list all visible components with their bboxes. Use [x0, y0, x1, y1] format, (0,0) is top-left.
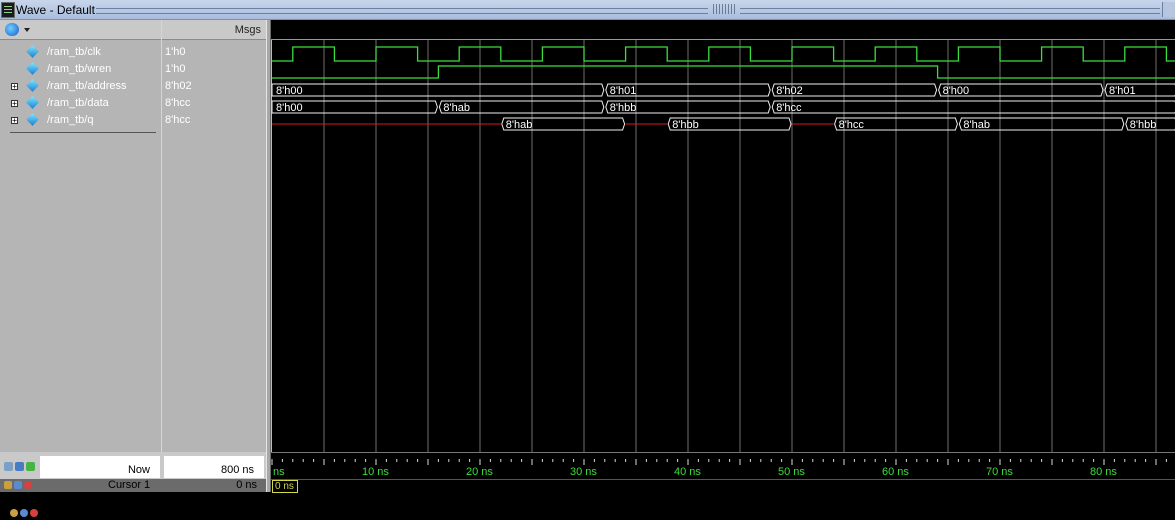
- signal-name: /ram_tb/q: [47, 114, 94, 126]
- lock-icon[interactable]: [4, 481, 12, 489]
- address-bus-label: 8'h00: [276, 85, 303, 97]
- add-cursor-icon[interactable]: [4, 462, 13, 471]
- wave-tool-icon[interactable]: [5, 23, 19, 36]
- data-bus-label: 8'hbb: [610, 102, 637, 114]
- now-value: 800 ns: [220, 464, 254, 476]
- axis-tick-label: 70 ns: [986, 466, 1013, 478]
- delete-cursor-icon[interactable]: [24, 481, 32, 489]
- q-bus-label: 8'hbb: [1130, 119, 1157, 131]
- signal-row[interactable]: + /ram_tb/data: [0, 96, 162, 113]
- signal-value: 1'h0: [165, 46, 186, 58]
- now-label-box: Now: [40, 456, 160, 478]
- signal-row[interactable]: /ram_tb/wren: [0, 62, 162, 79]
- signal-row[interactable]: /ram_tb/clk: [0, 45, 162, 62]
- q-bus-label: 8'hab: [963, 119, 990, 131]
- axis-tick-label: 50 ns: [778, 466, 805, 478]
- cursor-row-icons: [10, 508, 40, 520]
- cursor-time-box[interactable]: 0 ns: [272, 480, 298, 493]
- address-bus-label: 8'h01: [610, 85, 637, 97]
- lock-icon[interactable]: [10, 509, 18, 517]
- axis-tick-label: ns: [273, 466, 285, 478]
- axis-tick-label: 20 ns: [466, 466, 493, 478]
- signal-name-pane[interactable]: /ram_tb/clk/ram_tb/wren +/ram_tb/address +…: [0, 20, 162, 452]
- pencil-icon[interactable]: [14, 481, 22, 489]
- address-bus-label: 8'h00: [943, 85, 970, 97]
- axis-divider: [271, 479, 1175, 480]
- signal-value: 8'hcc: [165, 114, 191, 126]
- time-status-area: Now 800 ns Cursor 1 0 ns ns 10 ns 20 ns 30 …: [0, 452, 1175, 517]
- data-bus-label: 8'hcc: [776, 102, 802, 114]
- now-label: Now: [127, 464, 150, 476]
- address-bus-label: 8'h02: [776, 85, 803, 97]
- axis-tick-label: 80 ns: [1090, 466, 1117, 478]
- q-bus-label: 8'hbb: [672, 119, 699, 131]
- q-bus-label: 8'hcc: [839, 119, 865, 131]
- signal-value: 8'hcc: [165, 97, 191, 109]
- cursor-row-icons-b: [4, 480, 32, 492]
- pencil-icon[interactable]: [20, 509, 28, 517]
- address-bus-segment: [271, 83, 605, 97]
- title-grip-right: [740, 8, 1160, 14]
- signal-diamond-icon: [26, 62, 39, 75]
- axis-tick-label: 10 ns: [362, 466, 389, 478]
- expand-plus-icon[interactable]: +: [11, 100, 18, 108]
- clk-waveform: [272, 46, 1175, 62]
- signal-name: /ram_tb/clk: [47, 46, 101, 58]
- chevron-down-icon[interactable]: [24, 28, 30, 32]
- signal-name: /ram_tb/address: [47, 80, 127, 92]
- axis-tick-label: 60 ns: [882, 466, 909, 478]
- address-bus-label: 8'h01: [1109, 85, 1136, 97]
- signal-name: /ram_tb/data: [47, 97, 109, 109]
- axis-tick-label: 30 ns: [570, 466, 597, 478]
- wren-waveform: [272, 65, 1175, 79]
- data-bus-segment: [771, 100, 1175, 114]
- value-pane-header: Msgs: [162, 20, 266, 40]
- time-axis-canvas: ns 10 ns 20 ns 30 ns 40 ns 50 ns 60 ns 70 ns 80 …: [271, 459, 1167, 478]
- delete-cursor-icon[interactable]: [30, 509, 38, 517]
- window-titlebar[interactable]: Wave - Default: [0, 0, 1175, 20]
- window-title: Wave - Default: [16, 3, 95, 17]
- signal-row[interactable]: + /ram_tb/q: [0, 113, 162, 130]
- cursor-value: 0 ns: [236, 479, 257, 491]
- signal-row[interactable]: + /ram_tb/address: [0, 79, 162, 96]
- name-pane-header: [0, 20, 161, 40]
- q-bus-label: 8'hab: [506, 119, 533, 131]
- signal-diamond-icon: [26, 45, 39, 58]
- time-axis[interactable]: ns 10 ns 20 ns 30 ns 40 ns 50 ns 60 ns 70 ns 80 …: [271, 452, 1175, 493]
- signal-value-pane[interactable]: Msgs 1'h0 1'h0 8'h02 8'hcc 8'hcc: [162, 20, 266, 452]
- cursor-toolbar: [4, 462, 37, 474]
- data-bus-label: 8'hab: [443, 102, 470, 114]
- cursor-row-bg[interactable]: Cursor 1 0 ns: [0, 479, 266, 492]
- signal-diamond-icon: [26, 96, 39, 109]
- now-value-box: 800 ns: [164, 456, 264, 478]
- waveform-canvas[interactable]: 8'h00 8'h01 8'h02 8'h00 8'h01 8'h00 8'hab 8'hbb…: [271, 20, 1175, 452]
- axis-tick-label: 40 ns: [674, 466, 701, 478]
- waveform-pane[interactable]: 8'h00 8'h01 8'h02 8'h00 8'h01 8'h00 8'hab 8'hbb…: [271, 20, 1175, 452]
- signal-name: /ram_tb/wren: [47, 63, 112, 75]
- signal-diamond-icon: [26, 79, 39, 92]
- lock-cursor-icon[interactable]: [26, 462, 35, 471]
- signal-diamond-icon: [26, 113, 39, 126]
- title-grip-dots[interactable]: [713, 4, 735, 14]
- expand-plus-icon[interactable]: +: [11, 83, 18, 91]
- window-close-button[interactable]: [1162, 2, 1175, 17]
- insertion-marker: [10, 132, 156, 133]
- expand-plus-icon[interactable]: +: [11, 117, 18, 125]
- cursor-label: Cursor 1: [108, 479, 151, 491]
- signal-value: 8'h02: [165, 80, 192, 92]
- signal-value: 1'h0: [165, 63, 186, 75]
- data-bus-label: 8'h00: [276, 102, 303, 114]
- msgs-label: Msgs: [234, 24, 261, 36]
- title-grip-left: [96, 8, 708, 14]
- wave-window-icon: [1, 2, 15, 18]
- edit-cursor-icon[interactable]: [15, 462, 24, 471]
